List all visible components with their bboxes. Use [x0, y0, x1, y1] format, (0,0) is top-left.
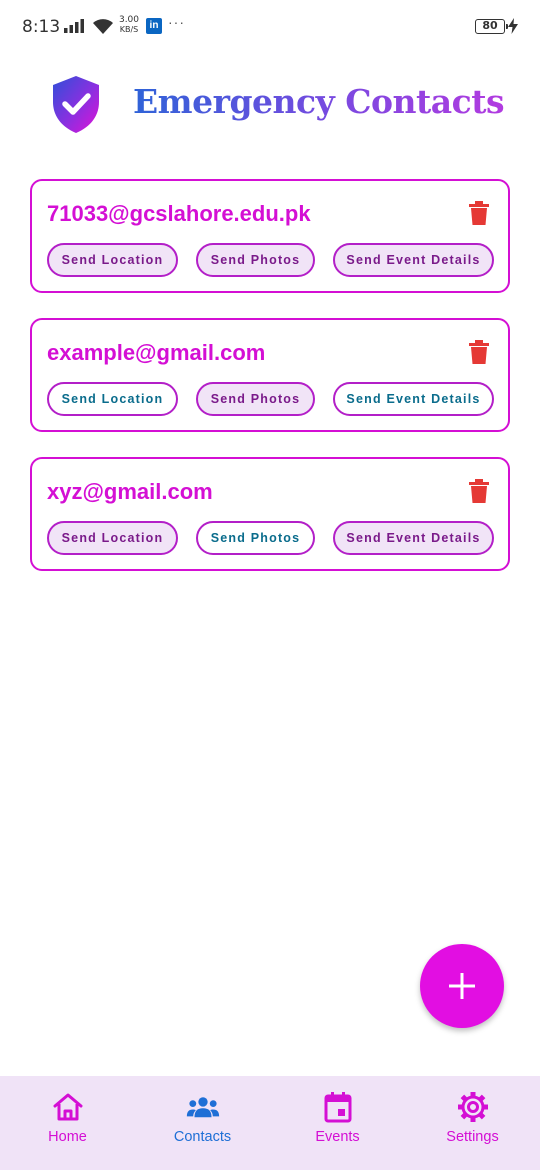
- calendar-icon: [324, 1092, 351, 1123]
- send-event-details-button[interactable]: Send Event Details: [333, 243, 494, 277]
- nav-label-home: Home: [48, 1129, 87, 1145]
- send-photos-button[interactable]: Send Photos: [196, 521, 315, 555]
- nav-item-contacts[interactable]: Contacts: [135, 1076, 270, 1170]
- linkedin-icon: in: [146, 18, 162, 34]
- network-speed-unit: KB/S: [119, 25, 139, 34]
- contact-email: xyz@gmail.com: [47, 479, 213, 504]
- nav-label-contacts: Contacts: [173, 1129, 232, 1145]
- home-icon: [53, 1093, 82, 1121]
- gear-icon: [457, 1092, 488, 1122]
- add-contact-button[interactable]: [420, 944, 504, 1028]
- contact-card: 71033@gcslahore.edu.pk Send Location Sen…: [30, 179, 510, 293]
- delete-icon[interactable]: [468, 340, 490, 364]
- shield-check-icon: [53, 76, 99, 133]
- send-event-details-button[interactable]: Send Event Details: [333, 382, 494, 416]
- send-photos-button[interactable]: Send Photos: [196, 243, 315, 277]
- people-icon: [186, 1097, 219, 1118]
- status-time: 8:13: [22, 17, 61, 37]
- nav-label-settings: Settings: [446, 1129, 499, 1145]
- nav-label-events: Events: [315, 1129, 360, 1145]
- app-header: Emergency Contacts: [0, 70, 540, 140]
- nav-item-events[interactable]: Events: [270, 1076, 405, 1170]
- delete-icon[interactable]: [468, 479, 490, 503]
- send-location-button[interactable]: Send Location: [47, 243, 178, 277]
- bottom-navigation: Home Contacts Events Settings: [0, 1076, 540, 1170]
- contact-email: 71033@gcslahore.edu.pk: [47, 201, 311, 226]
- more-notifications-icon: ···: [168, 14, 185, 30]
- status-bar: 8:13 3.00 KB/S in ··· 80: [0, 0, 540, 56]
- network-speed: 3.00 KB/S: [118, 15, 140, 35]
- contact-email: example@gmail.com: [47, 340, 266, 365]
- contact-card: example@gmail.com Send Location Send Pho…: [30, 318, 510, 432]
- charging-icon: [508, 18, 518, 34]
- send-location-button[interactable]: Send Location: [47, 521, 178, 555]
- page-title: Emergency Contacts: [133, 82, 505, 121]
- delete-icon[interactable]: [468, 201, 490, 225]
- nav-item-settings[interactable]: Settings: [405, 1076, 540, 1170]
- nav-item-home[interactable]: Home: [0, 1076, 135, 1170]
- send-photos-button[interactable]: Send Photos: [196, 382, 315, 416]
- send-event-details-button[interactable]: Send Event Details: [333, 521, 494, 555]
- battery-icon: 80: [475, 19, 508, 34]
- contact-card: xyz@gmail.com Send Location Send Photos …: [30, 457, 510, 571]
- plus-icon: [449, 973, 475, 999]
- send-location-button[interactable]: Send Location: [47, 382, 178, 416]
- wifi-icon: [93, 19, 113, 34]
- network-speed-value: 3.00: [118, 15, 140, 25]
- signal-icon: [64, 19, 84, 33]
